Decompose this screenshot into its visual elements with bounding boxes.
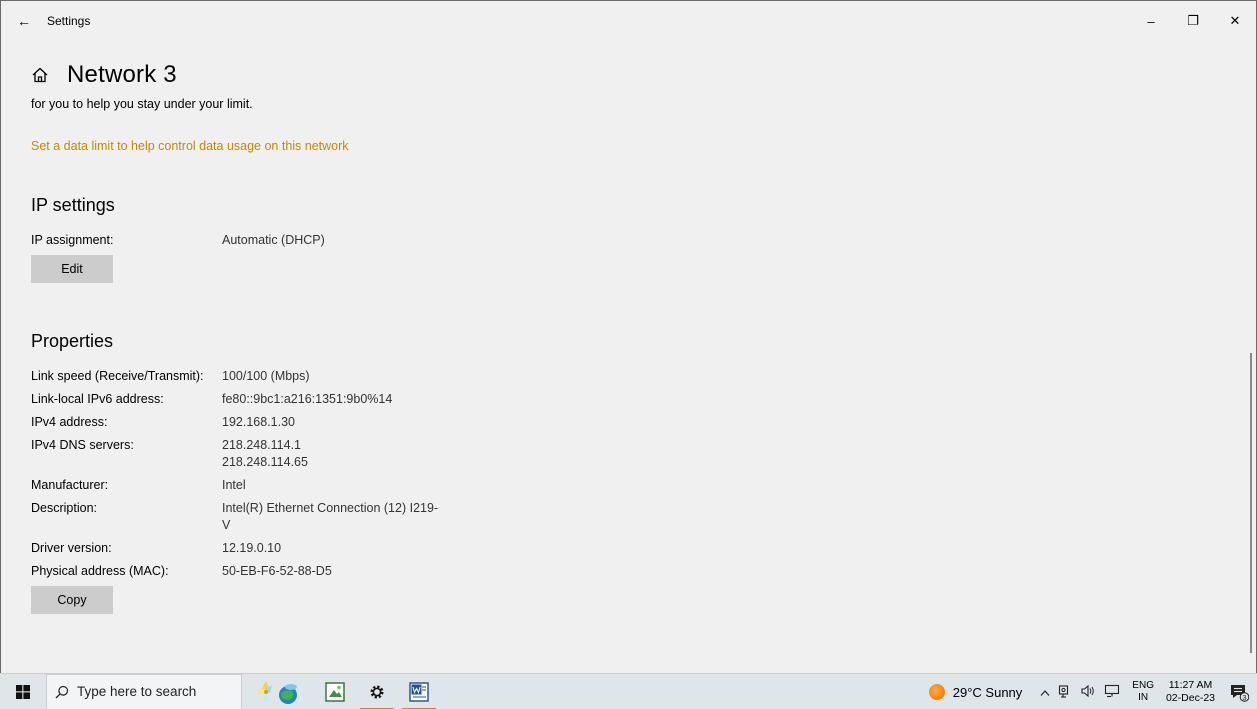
title-bar: ← Settings – ❐ ✕	[1, 1, 1256, 41]
property-row: Manufacturer: Intel	[31, 477, 831, 494]
back-button[interactable]: ←	[1, 1, 47, 41]
windows-icon	[16, 684, 30, 699]
description-line-2: V	[222, 518, 231, 532]
property-row: Physical address (MAC): 50-EB-F6-52-88-D…	[31, 563, 831, 580]
property-row: Description: Intel(R) Ethernet Connectio…	[31, 500, 831, 534]
image-editor-icon	[325, 681, 345, 702]
property-row: Driver version: 12.19.0.10	[31, 540, 831, 557]
taskbar-app-word[interactable]	[398, 674, 440, 709]
speaker-icon[interactable]	[1080, 684, 1096, 701]
ip-settings-heading: IP settings	[31, 195, 115, 215]
system-tray: 29°C Sunny ENG IN 11:27 AM 02-Dec-23 3	[928, 674, 1257, 709]
property-row: Link-local IPv6 address: fe80::9bc1:a216…	[31, 391, 831, 408]
ip-assignment-row: IP assignment: Automatic (DHCP)	[31, 232, 831, 249]
chevron-up-icon[interactable]	[1040, 685, 1050, 700]
dns-secondary: 218.248.114.65	[222, 455, 308, 469]
property-value: 12.19.0.10	[222, 541, 282, 555]
weather-widget[interactable]: 29°C Sunny	[928, 684, 1023, 700]
property-label: IPv4 DNS servers:	[31, 438, 134, 452]
sun-icon	[928, 684, 945, 700]
property-value: 218.248.114.1 218.248.114.65	[222, 437, 452, 471]
gear-icon	[370, 685, 384, 698]
clock-time: 11:27 AM	[1168, 679, 1213, 691]
home-icon[interactable]	[31, 64, 53, 86]
property-label: Link-local IPv6 address:	[31, 392, 164, 406]
settings-window: ← Settings – ❐ ✕ Network 3 for you to he…	[0, 0, 1257, 673]
notification-icon: 3	[1231, 685, 1249, 702]
edit-button[interactable]: Edit	[31, 255, 113, 283]
copy-button[interactable]: Copy	[31, 586, 113, 614]
network-ethernet-icon[interactable]	[1104, 684, 1120, 701]
dns-primary: 218.248.114.1	[222, 438, 302, 452]
language-indicator[interactable]: ENG IN	[1132, 680, 1154, 704]
intro-text: for you to help you stay under your limi…	[31, 97, 253, 111]
property-label: IPv4 address:	[31, 415, 108, 429]
taskbar: Type here to search 29°C Sunny ENG IN 11…	[0, 673, 1257, 709]
pinwheel-globe-icon	[258, 680, 297, 704]
weather-text: 29°C Sunny	[952, 684, 1023, 700]
ip-assignment-value: Automatic (DHCP)	[222, 233, 325, 247]
start-button[interactable]	[0, 674, 46, 709]
search-icon	[47, 685, 77, 699]
main-content: Network 3 for you to help you stay under…	[31, 57, 831, 614]
clock-date: 02-Dec-23	[1165, 692, 1215, 704]
taskbar-app-excel[interactable]	[314, 674, 356, 709]
restore-button[interactable]: ❐	[1172, 1, 1214, 41]
properties-heading: Properties	[31, 331, 114, 351]
close-button[interactable]: ✕	[1214, 1, 1256, 41]
property-row: IPv4 address: 192.168.1.30	[31, 414, 831, 431]
ip-assignment-label: IP assignment:	[31, 233, 114, 247]
property-label: Driver version:	[31, 541, 112, 555]
word-icon	[409, 681, 429, 702]
property-label: Description:	[31, 501, 97, 515]
lang-top: ENG	[1132, 680, 1154, 691]
property-value: 192.168.1.30	[222, 415, 295, 429]
property-label: Link speed (Receive/Transmit):	[31, 369, 204, 383]
page-title: Network 3	[67, 61, 177, 88]
taskbar-app-settings[interactable]	[356, 674, 398, 709]
property-value: 100/100 (Mbps)	[222, 369, 310, 383]
taskbar-app-widget[interactable]	[242, 674, 314, 709]
minimize-button[interactable]: –	[1130, 1, 1172, 41]
properties-list: Link speed (Receive/Transmit): 100/100 (…	[31, 368, 831, 580]
property-label: Physical address (MAC):	[31, 564, 169, 578]
set-data-limit-link[interactable]: Set a data limit to help control data us…	[31, 139, 349, 153]
lang-bottom: IN	[1138, 692, 1149, 703]
page-header: Network 3	[31, 57, 831, 93]
taskbar-search-box[interactable]: Type here to search	[46, 673, 242, 709]
meet-now-icon[interactable]	[1058, 684, 1072, 701]
property-row: IPv4 DNS servers: 218.248.114.1 218.248.…	[31, 437, 831, 471]
clock[interactable]: 11:27 AM 02-Dec-23	[1166, 679, 1215, 705]
window-controls: – ❐ ✕	[1130, 1, 1256, 41]
property-value: 50-EB-F6-52-88-D5	[222, 564, 332, 578]
notification-count: 3	[1242, 693, 1246, 702]
notification-center-button[interactable]: 3	[1225, 674, 1253, 709]
property-label: Manufacturer:	[31, 478, 109, 492]
property-value: Intel	[222, 478, 246, 492]
property-value: Intel(R) Ethernet Connection (12) I219- …	[222, 500, 452, 534]
scrollbar[interactable]	[1250, 353, 1252, 653]
search-placeholder: Type here to search	[77, 684, 197, 699]
property-row: Link speed (Receive/Transmit): 100/100 (…	[31, 368, 831, 385]
property-value: fe80::9bc1:a216:1351:9b0%14	[222, 392, 393, 406]
description-line-1: Intel(R) Ethernet Connection (12) I219-	[222, 501, 439, 515]
app-title: Settings	[47, 14, 91, 28]
